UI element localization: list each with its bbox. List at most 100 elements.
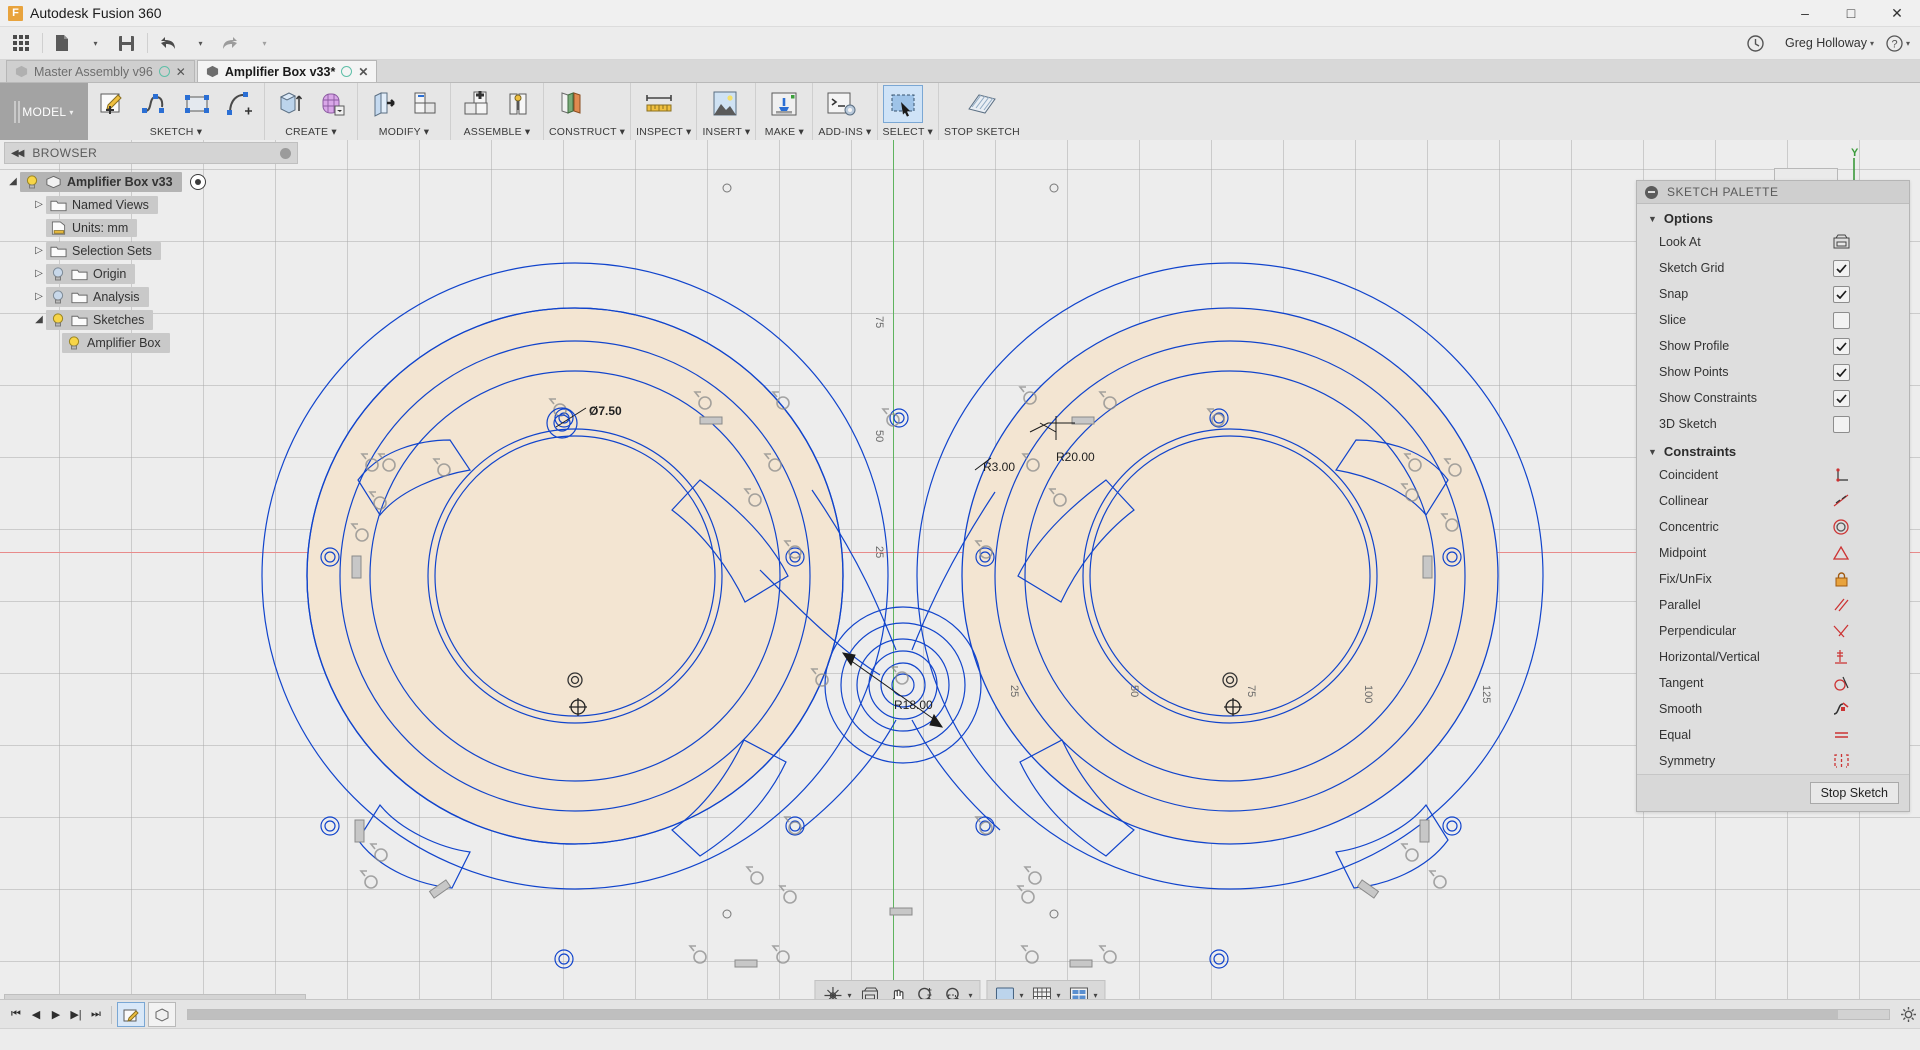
show-profile-checkbox[interactable] [1833, 338, 1850, 355]
stop-sketch-button[interactable]: Stop Sketch [1810, 782, 1899, 804]
collapse-left-icon[interactable]: ◀◀ [11, 148, 22, 159]
palette-row-collinear[interactable]: Collinear [1637, 488, 1909, 514]
browser-item[interactable]: Units: mm [46, 219, 137, 237]
collinear-icon[interactable] [1833, 493, 1909, 509]
palette-row-look-at[interactable]: Look At [1637, 229, 1909, 255]
palette-row-parallel[interactable]: Parallel [1637, 592, 1909, 618]
palette-row-coincident[interactable]: Coincident [1637, 462, 1909, 488]
snap-checkbox[interactable] [1833, 286, 1850, 303]
fillet-icon[interactable] [405, 85, 445, 123]
app-grid-icon[interactable] [6, 30, 36, 56]
chevron-down-icon[interactable]: ▾ [79, 30, 109, 56]
chevron-down-icon[interactable]: ▼ [1648, 447, 1657, 457]
palette-row-fix-unfix[interactable]: Fix/UnFix [1637, 566, 1909, 592]
equal-icon[interactable] [1833, 727, 1909, 743]
browser-root-row[interactable]: ◢ Amplifier Box v33 [6, 170, 302, 193]
help-menu[interactable]: ? ▾ [1886, 35, 1910, 52]
expand-arrow-icon[interactable]: ▷ [32, 291, 46, 302]
browser-item-origin[interactable]: ▷ Origin [6, 262, 302, 285]
browser-item-selection-sets[interactable]: ▷ Selection Sets [6, 239, 302, 262]
expand-arrow-icon[interactable]: ▷ [32, 199, 46, 210]
save-icon[interactable] [111, 30, 141, 56]
fix-unfix-icon[interactable] [1833, 571, 1909, 587]
concentric-icon[interactable] [1833, 519, 1909, 535]
new-file-icon[interactable] [47, 30, 77, 56]
browser-item-named-views[interactable]: ▷ Named Views [6, 193, 302, 216]
spline-icon[interactable] [135, 85, 175, 123]
stop-sketch-icon[interactable] [959, 85, 1005, 123]
close-button[interactable]: ✕ [1874, 0, 1920, 26]
palette-row-3d-sketch[interactable]: 3D Sketch [1637, 411, 1909, 437]
close-icon[interactable]: ✕ [358, 65, 368, 79]
timeline-scrollbar[interactable] [187, 1009, 1890, 1020]
expand-arrow-icon[interactable]: ▷ [32, 245, 46, 256]
palette-row-sketch-grid[interactable]: Sketch Grid [1637, 255, 1909, 281]
skip-start-icon[interactable]: ⏮ [6, 1004, 26, 1026]
user-menu[interactable]: Greg Holloway ▾ [1785, 36, 1874, 50]
ribbon-group-label[interactable]: ASSEMBLE ▾ [456, 126, 538, 139]
document-tab-master-assembly[interactable]: Master Assembly v96 ✕ [6, 60, 195, 82]
browser-item[interactable]: Amplifier Box [62, 333, 170, 353]
browser-item[interactable]: Origin [46, 264, 135, 284]
form-icon[interactable] [312, 85, 352, 123]
palette-row-show-profile[interactable]: Show Profile [1637, 333, 1909, 359]
browser-menu-icon[interactable] [280, 148, 291, 159]
palette-section-constraints[interactable]: ▼ Constraints [1637, 437, 1909, 462]
chevron-down-icon[interactable]: ▾ [184, 30, 214, 56]
minimize-icon[interactable] [1645, 186, 1658, 199]
browser-item[interactable]: Selection Sets [46, 242, 161, 260]
browser-item[interactable]: Sketches [46, 310, 153, 330]
3d-sketch-checkbox[interactable] [1833, 416, 1850, 433]
browser-item[interactable]: Named Views [46, 196, 158, 214]
palette-row-tangent[interactable]: Tangent [1637, 670, 1909, 696]
palette-row-horizontal-vertical[interactable]: Horizontal/Vertical [1637, 644, 1909, 670]
palette-row-concentric[interactable]: Concentric [1637, 514, 1909, 540]
coincident-icon[interactable] [1833, 467, 1909, 483]
look-at-icon[interactable] [1833, 234, 1909, 250]
symmetry-icon[interactable] [1833, 753, 1909, 769]
workspace-switcher[interactable]: MODEL ▾ [0, 83, 88, 141]
select-icon[interactable] [883, 85, 923, 123]
document-tab-amplifier-box[interactable]: Amplifier Box v33* ✕ [197, 60, 378, 82]
palette-row-snap[interactable]: Snap [1637, 281, 1909, 307]
slice-checkbox[interactable] [1833, 312, 1850, 329]
palette-row-midpoint[interactable]: Midpoint [1637, 540, 1909, 566]
close-icon[interactable]: ✕ [176, 65, 186, 79]
bulb-icon[interactable] [50, 266, 66, 282]
ribbon-group-label[interactable]: SKETCH ▾ [93, 126, 259, 139]
chevron-down-icon[interactable]: ▾ [248, 30, 278, 56]
show-constraints-checkbox[interactable] [1833, 390, 1850, 407]
rectangle-icon[interactable] [177, 85, 217, 123]
step-back-icon[interactable]: ◀ [26, 1004, 46, 1026]
new-component-icon[interactable] [456, 85, 496, 123]
ribbon-group-label[interactable]: MAKE ▾ [761, 126, 807, 139]
browser-item[interactable]: Amplifier Box v33 [20, 172, 182, 192]
expand-arrow-icon[interactable]: ◢ [32, 314, 46, 325]
horizontal-vertical-icon[interactable] [1833, 649, 1909, 665]
redo-icon[interactable] [216, 30, 246, 56]
drag-handle[interactable] [14, 101, 16, 123]
palette-row-smooth[interactable]: Smooth [1637, 696, 1909, 722]
timeline-node-sketch[interactable] [117, 1002, 145, 1027]
ribbon-group-label[interactable]: SELECT ▾ [883, 126, 933, 139]
extrude-icon[interactable] [270, 85, 310, 123]
palette-row-equal[interactable]: Equal [1637, 722, 1909, 748]
sketch-grid-checkbox[interactable] [1833, 260, 1850, 277]
offset-plane-icon[interactable] [549, 85, 595, 123]
palette-row-perpendicular[interactable]: Perpendicular [1637, 618, 1909, 644]
ribbon-group-label[interactable]: ADD-INS ▾ [818, 126, 871, 139]
maximize-button[interactable]: □ [1828, 0, 1874, 26]
ribbon-group-label[interactable]: INSERT ▾ [702, 126, 750, 139]
active-component-radio[interactable] [190, 174, 206, 190]
ribbon-group-label[interactable]: INSPECT ▾ [636, 126, 691, 139]
press-pull-icon[interactable] [363, 85, 403, 123]
ribbon-group-label[interactable]: CONSTRUCT ▾ [549, 126, 625, 139]
perpendicular-icon[interactable] [1833, 623, 1909, 639]
3d-print-icon[interactable] [761, 85, 807, 123]
smooth-icon[interactable] [1833, 701, 1909, 717]
browser-item[interactable]: Analysis [46, 287, 149, 307]
bulb-icon[interactable] [24, 174, 40, 190]
gear-icon[interactable] [1898, 1004, 1918, 1026]
browser-item-analysis[interactable]: ▷ Analysis [6, 285, 302, 308]
palette-row-show-points[interactable]: Show Points [1637, 359, 1909, 385]
